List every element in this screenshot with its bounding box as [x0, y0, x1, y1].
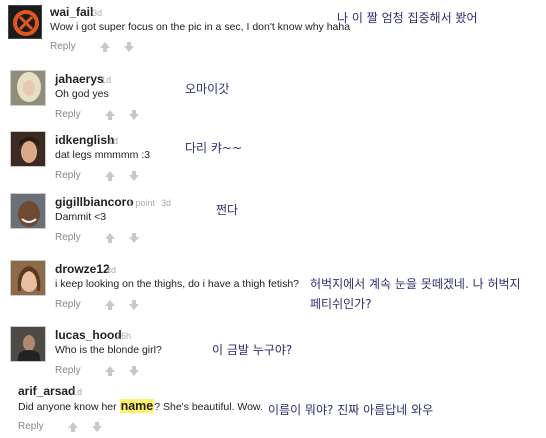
comment-time: 3d — [92, 8, 103, 18]
upvote-icon[interactable] — [105, 232, 116, 243]
dark-hair-person-icon — [11, 132, 45, 166]
downvote-icon[interactable] — [129, 109, 140, 120]
avatar[interactable] — [10, 131, 46, 167]
comment: lucas_hood 16h Who is the blonde girl? R… — [0, 321, 546, 376]
comment-actions: Reply — [50, 38, 135, 54]
annotation-text: 나 이 짤 엄청 집중해서 봤어 — [337, 11, 478, 25]
upvote-icon[interactable] — [105, 299, 116, 310]
avatar[interactable] — [10, 70, 46, 106]
annotation-text: 허벅지에서 계속 눈을 못떼겠네. 나 허벅지 — [310, 277, 521, 291]
upvote-icon[interactable] — [105, 109, 116, 120]
comment-actions: Reply — [18, 418, 103, 434]
annotation-text: 쩐다 — [216, 203, 239, 217]
avatar[interactable] — [10, 260, 46, 296]
avatar[interactable] — [8, 5, 42, 39]
comment-actions: Reply — [55, 167, 140, 183]
comment-actions: Reply — [55, 296, 140, 312]
downvote-icon[interactable] — [92, 421, 103, 432]
comment-username[interactable]: gigillbiancoro — [55, 195, 134, 209]
highlighted-word: name — [119, 399, 155, 413]
avatar[interactable] — [10, 326, 46, 362]
comment-time: 16h — [116, 331, 132, 341]
comment-time: 3d — [106, 265, 117, 275]
comment-text-before: Did anyone know her — [18, 401, 120, 413]
comment-text: Dammit <3 — [55, 211, 107, 223]
reply-button[interactable]: Reply — [50, 40, 76, 54]
comment-actions: Reply — [55, 229, 140, 245]
comment: wai_fail 3d Wow i got super focus on the… — [0, 0, 546, 55]
comment-text: Oh god yes — [55, 88, 109, 100]
comment: gigillbiancoro 1 point 3d Dammit <3 Repl… — [0, 188, 546, 243]
comment-text: Did anyone know her name? She's beautifu… — [18, 399, 263, 414]
upvote-icon[interactable] — [105, 170, 116, 181]
upvote-icon[interactable] — [105, 365, 116, 376]
avatar[interactable] — [10, 193, 46, 229]
downvote-icon[interactable] — [124, 41, 135, 52]
comment-username[interactable]: idkenglish — [55, 133, 114, 147]
annotation-text: 다리 캬~~ — [185, 141, 243, 155]
reply-button[interactable]: Reply — [55, 231, 81, 245]
annotation-text-line2: 페티쉬인가? — [310, 297, 372, 311]
comment-username[interactable]: arif_arsad — [18, 384, 75, 398]
comment-text: Wow i got super focus on the pic in a se… — [50, 21, 351, 33]
comment-username[interactable]: jahaerys — [55, 72, 104, 86]
downvote-icon[interactable] — [129, 365, 140, 376]
reply-button[interactable]: Reply — [55, 169, 81, 183]
comment-time: 3d — [161, 198, 172, 208]
upvote-icon[interactable] — [100, 41, 111, 52]
comment-time: 1d — [72, 387, 83, 397]
orange-logo-icon — [13, 10, 39, 36]
dark-figure-icon — [11, 327, 45, 361]
comment-time: 1d — [101, 75, 112, 85]
annotation-text: 이 금발 누구야? — [212, 343, 293, 357]
comment: arif_arsad 1d Did anyone know her name? … — [0, 380, 546, 438]
comment-username[interactable]: lucas_hood — [55, 328, 122, 342]
comment-username[interactable]: wai_fail — [50, 5, 93, 19]
downvote-icon[interactable] — [129, 299, 140, 310]
downvote-icon[interactable] — [129, 170, 140, 181]
comment-text-after: ? She's beautiful. Wow. — [154, 401, 263, 413]
downvote-icon[interactable] — [129, 232, 140, 243]
comment: drowze12 3d i keep looking on the thighs… — [0, 255, 546, 315]
comment-text: dat legs mmmmm :3 — [55, 149, 151, 161]
blonde-person-icon — [11, 71, 45, 105]
comment: jahaerys 1d Oh god yes Reply 오마이갓 — [0, 65, 546, 120]
annotation-text: 이름이 뭐야? 진짜 아름답네 와우 — [268, 403, 434, 417]
brunette-woman-icon — [11, 261, 45, 295]
comment-text: i keep looking on the thighs, do i have … — [55, 278, 300, 290]
comment-text: Who is the blonde girl? — [55, 344, 162, 356]
comment-username[interactable]: drowze12 — [55, 262, 110, 276]
upvote-icon[interactable] — [68, 421, 79, 432]
reply-button[interactable]: Reply — [18, 420, 44, 434]
reply-button[interactable]: Reply — [55, 298, 81, 312]
reply-button[interactable]: Reply — [55, 108, 81, 122]
reply-button[interactable]: Reply — [55, 364, 81, 378]
comment-time: 1d — [108, 136, 119, 146]
smiling-man-icon — [11, 194, 45, 228]
comment-points: 1 point — [128, 198, 156, 208]
comment: idkenglish 1d dat legs mmmmm :3 Reply 다리… — [0, 126, 546, 181]
annotation-text: 오마이갓 — [185, 82, 230, 96]
comment-actions: Reply — [55, 106, 140, 122]
comment-actions: Reply — [55, 362, 140, 378]
